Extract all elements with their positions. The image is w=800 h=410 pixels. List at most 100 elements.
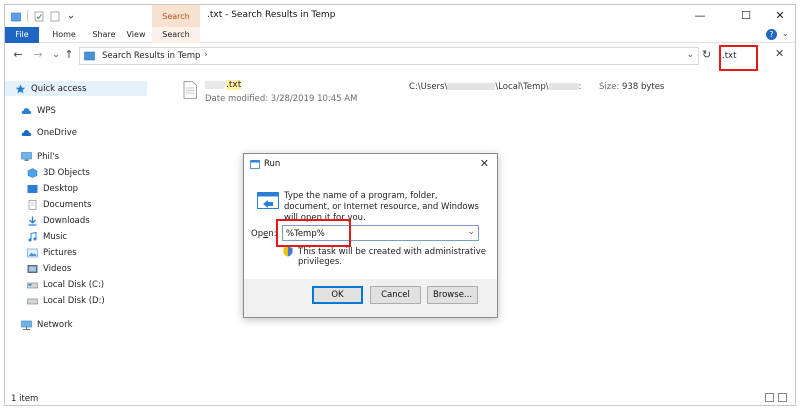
sidebar-item-downloads[interactable]: Downloads — [5, 213, 147, 228]
sidebar-item-label: Quick access — [31, 83, 87, 94]
sidebar-item-desktop[interactable]: Desktop — [5, 181, 147, 196]
ok-button[interactable]: OK — [312, 286, 363, 304]
tab-home[interactable]: Home — [47, 27, 81, 43]
ribbon-tabs: File Home Share View Search ⌄ ? — [5, 27, 795, 43]
sidebar-item-label: Downloads — [43, 215, 90, 226]
run-icon — [250, 160, 260, 169]
minimize-button[interactable]: — — [685, 5, 715, 27]
file-extension-match: .txt — [226, 80, 242, 90]
network-icon — [21, 320, 32, 330]
search-clear-button[interactable]: ✕ — [775, 47, 784, 60]
sidebar-item-wps[interactable]: WPS — [5, 103, 147, 118]
cloud-icon — [21, 107, 32, 114]
cancel-button[interactable]: Cancel — [370, 286, 421, 304]
desktop-icon — [27, 184, 38, 193]
open-label: Open: — [251, 229, 277, 239]
status-item-count: 1 item — [11, 394, 39, 404]
sidebar-item-local-disk-d[interactable]: Local Disk (D:) — [5, 293, 147, 308]
sidebar-item-documents[interactable]: Documents — [5, 197, 147, 212]
quick-access-toolbar — [11, 10, 76, 22]
file-size: Size: 938 bytes — [599, 82, 664, 92]
sidebar-item-label: Phil's — [37, 151, 60, 162]
sidebar-item-network[interactable]: Network — [5, 317, 147, 332]
sidebar-item-local-disk-c[interactable]: Local Disk (C:) — [5, 277, 147, 292]
music-icon — [28, 231, 37, 241]
new-folder-icon[interactable] — [50, 11, 60, 22]
title-bar: Search Tools .txt - Search Results in Te… — [5, 5, 795, 45]
tab-share[interactable]: Share — [89, 27, 119, 43]
up-button[interactable]: ↑ — [62, 48, 76, 62]
tab-file[interactable]: File — [5, 27, 39, 43]
redacted-text — [205, 80, 225, 89]
address-dropdown-icon[interactable]: ⌄ — [686, 50, 694, 60]
search-results-icon — [84, 51, 95, 61]
open-dropdown-icon[interactable]: ⌄ — [467, 227, 475, 237]
sidebar-item-label: OneDrive — [37, 127, 77, 138]
large-icons-view-icon[interactable] — [778, 393, 787, 402]
recent-locations-button[interactable]: ⌄ — [49, 48, 63, 62]
ribbon-collapse-icon[interactable]: ⌄ — [781, 29, 789, 39]
sidebar-item-pictures[interactable]: Pictures — [5, 245, 147, 260]
sidebar-item-label: Local Disk (D:) — [43, 295, 105, 306]
file-path: C:\Users\ \Local\Temp\: — [409, 82, 582, 92]
cube-icon — [27, 167, 38, 178]
sidebar-item-label: Desktop — [43, 183, 79, 194]
sidebar-item-label: Music — [43, 231, 68, 242]
sidebar-item-this-pc[interactable]: Phil's — [5, 149, 147, 164]
sidebar-item-music[interactable]: Music — [5, 229, 147, 244]
sidebar-item-onedrive[interactable]: OneDrive — [5, 125, 147, 140]
sidebar-item-label: Local Disk (C:) — [43, 279, 105, 290]
toolbar-separator — [27, 10, 28, 22]
file-name[interactable]: .txt — [205, 80, 242, 90]
uac-shield-icon — [283, 246, 293, 257]
forward-button[interactable]: → — [31, 48, 45, 62]
download-icon — [28, 216, 37, 226]
sidebar-item-label: Pictures — [43, 247, 77, 258]
view-switcher — [765, 393, 787, 402]
run-close-button[interactable]: ✕ — [480, 157, 489, 170]
refresh-button[interactable]: ↻ — [702, 48, 711, 61]
drive-icon — [27, 298, 38, 304]
redacted-text — [447, 83, 496, 90]
sidebar-item-quick-access[interactable]: Quick access — [5, 81, 147, 96]
run-program-icon — [257, 192, 279, 209]
details-view-icon[interactable] — [765, 393, 774, 402]
sidebar-item-label: Videos — [43, 263, 72, 274]
sidebar-item-3d-objects[interactable]: 3D Objects — [5, 165, 147, 180]
folder-icon[interactable] — [11, 11, 21, 22]
open-field-highlight-annotation — [276, 219, 351, 247]
video-icon — [27, 264, 38, 273]
properties-icon[interactable] — [34, 11, 44, 22]
navigation-bar: ← → ⌄ ↑ Search Results in Temp › ⌄ ↻ .tx… — [5, 43, 795, 69]
computer-icon — [21, 151, 32, 161]
file-size-label: Size: — [599, 82, 620, 92]
cloud-icon — [21, 129, 32, 136]
file-size-value: 938 bytes — [622, 82, 665, 92]
browse-button[interactable]: Browse... — [427, 286, 478, 304]
sidebar-item-label: Documents — [43, 199, 92, 210]
file-date-modified: Date modified: 3/28/2019 10:45 AM — [205, 94, 358, 104]
maximize-button[interactable]: ☐ — [731, 5, 761, 27]
admin-privileges-note: This task will be created with administr… — [298, 247, 486, 267]
help-icon[interactable]: ? — [766, 29, 777, 40]
path-end: : — [578, 82, 582, 92]
sidebar-item-label: 3D Objects — [43, 167, 90, 178]
text-file-icon — [183, 81, 197, 99]
address-path[interactable]: Search Results in Temp — [102, 51, 200, 61]
picture-icon — [27, 248, 38, 257]
path-start: C:\Users\ — [409, 82, 448, 92]
back-button[interactable]: ← — [11, 48, 25, 62]
drive-icon — [27, 282, 38, 288]
star-icon — [15, 84, 26, 93]
tab-view[interactable]: View — [121, 27, 151, 43]
close-window-button[interactable]: ✕ — [765, 5, 795, 27]
address-chevron-icon[interactable]: › — [204, 50, 208, 60]
address-bar[interactable]: Search Results in Temp › ⌄ — [79, 47, 699, 65]
list-item[interactable]: .txt Date modified: 3/28/2019 10:45 AM C… — [183, 79, 783, 109]
sidebar-item-label: Network — [37, 319, 73, 330]
navigation-pane: Quick access WPS OneDrive Phil's 3D Obje… — [5, 75, 147, 375]
tab-search[interactable]: Search — [152, 27, 200, 43]
search-highlight-annotation — [719, 45, 758, 71]
customize-toolbar-icon[interactable] — [66, 11, 76, 22]
sidebar-item-videos[interactable]: Videos — [5, 261, 147, 276]
